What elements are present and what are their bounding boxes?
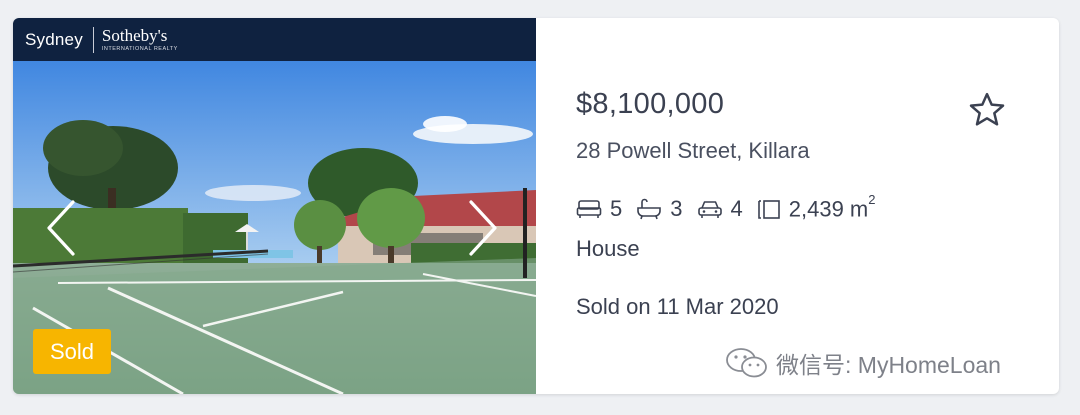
- listing-card[interactable]: Sydney Sotheby's INTERNATIONAL REALTY So…: [13, 18, 1059, 394]
- bedrooms-feature: 5: [576, 196, 622, 222]
- land-size-feature: 2,439 m2: [757, 192, 876, 222]
- land-size-number: 2,439 m: [788, 196, 869, 222]
- bathrooms-feature: 3: [636, 196, 683, 222]
- car-spaces-feature: 4: [697, 196, 743, 222]
- brand-logo: Sotheby's INTERNATIONAL REALTY: [102, 27, 178, 53]
- bedrooms-count: 5: [610, 196, 623, 222]
- chevron-right-icon: [469, 200, 497, 256]
- land-size-unit-superscript: 2: [868, 192, 876, 207]
- wechat-watermark: 微信号: MyHomeLoan: [724, 346, 1001, 380]
- bed-icon: [576, 200, 602, 219]
- bath-icon: [637, 198, 662, 220]
- brand-city: Sydney: [25, 29, 83, 49]
- listing-address[interactable]: 28 Powell Street, Killara: [576, 138, 810, 164]
- car-icon: [697, 201, 722, 219]
- chevron-left-icon: [47, 200, 75, 256]
- sold-status-badge: Sold: [33, 329, 111, 374]
- listing-price: $8,100,000: [576, 88, 725, 120]
- car-spaces-count: 4: [730, 196, 743, 222]
- favorite-button[interactable]: [967, 90, 1007, 130]
- listing-photo-carousel[interactable]: Sydney Sotheby's INTERNATIONAL REALTY So…: [13, 18, 536, 394]
- brand-divider: [92, 26, 94, 53]
- agency-brand-bar: Sydney Sotheby's INTERNATIONAL REALTY: [13, 18, 536, 61]
- star-outline-icon: [969, 92, 1005, 126]
- next-photo-button[interactable]: [463, 196, 503, 260]
- property-features: 5 3 4 2,439 m2: [576, 192, 889, 222]
- previous-photo-button[interactable]: [41, 196, 81, 260]
- watermark-text: 微信号: MyHomeLoan: [776, 352, 1001, 378]
- land-size-value: 2,439 m2: [788, 192, 876, 222]
- land-size-icon: [757, 200, 780, 219]
- listing-details: $8,100,000 28 Powell Street, Killara 5 3…: [576, 18, 1059, 394]
- brand-name: Sotheby's: [101, 25, 168, 45]
- sold-date: Sold on 11 Mar 2020: [576, 294, 779, 319]
- brand-subtitle: INTERNATIONAL REALTY: [101, 45, 178, 52]
- property-type: House: [576, 236, 640, 261]
- bathrooms-count: 3: [670, 196, 683, 222]
- wechat-icon: [726, 348, 767, 378]
